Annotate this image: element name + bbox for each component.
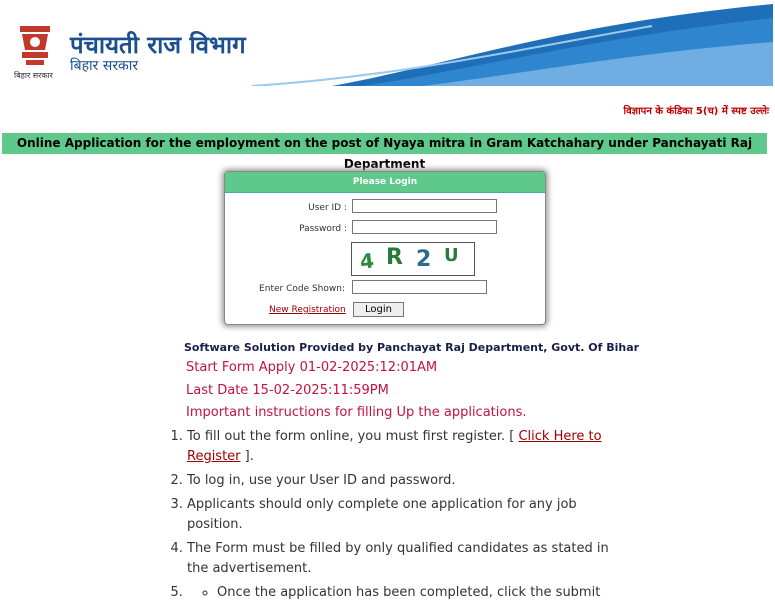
- software-credit: Software Solution Provided by Panchayat …: [184, 341, 640, 354]
- department-subtitle: बिहार सरकार: [70, 58, 139, 74]
- captcha-char: 4: [358, 248, 376, 274]
- page-banner: Online Application for the employment on…: [2, 133, 767, 171]
- captcha-char: U: [444, 245, 459, 266]
- enter-code-label: Enter Code Shown:: [259, 284, 345, 294]
- instruction-list: To fill out the form online, you must fi…: [168, 427, 617, 607]
- captcha-input[interactable]: [352, 280, 487, 294]
- user-id-input[interactable]: [352, 199, 497, 213]
- list-item: Once the application has been completed,…: [187, 583, 617, 603]
- site-header: पंचायती राज विभाग बिहार सरकार बिहार सरका…: [2, 4, 773, 86]
- list-item: To fill out the form online, you must fi…: [187, 427, 617, 467]
- login-button[interactable]: Login: [353, 302, 404, 317]
- list-item: Applicants should only complete one appl…: [187, 495, 617, 535]
- new-registration-link[interactable]: New Registration: [269, 305, 346, 315]
- password-input[interactable]: [352, 220, 497, 234]
- sub-list: Once the application has been completed,…: [187, 583, 617, 603]
- login-panel: Please Login User ID : Password : 4 R 2 …: [224, 171, 546, 325]
- important-heading: Important instructions for filling Up th…: [186, 405, 527, 420]
- list-item: The Form must be filled by only qualifie…: [187, 539, 617, 579]
- start-date-text: Start Form Apply 01-02-2025:12:01AM: [186, 360, 438, 375]
- bihar-emblem-icon: [14, 20, 56, 68]
- login-panel-title: Please Login: [225, 172, 545, 193]
- instruction-text: ].: [240, 449, 254, 464]
- emblem-caption: बिहार सरकार: [14, 71, 53, 80]
- scrolling-notice: विज्ञापन के कंडिका 5(च) में स्पष्ट उल्ले…: [623, 106, 769, 117]
- list-item: To log in, use your User ID and password…: [187, 471, 617, 491]
- user-id-label: User ID :: [308, 203, 347, 213]
- captcha-image: 4 R 2 U: [351, 242, 475, 276]
- captcha-char: 2: [416, 247, 432, 272]
- password-label: Password :: [299, 224, 347, 234]
- sub-list-item: Once the application has been completed,…: [217, 583, 617, 603]
- instruction-text: To fill out the form online, you must fi…: [187, 429, 519, 444]
- last-date-text: Last Date 15-02-2025:11:59PM: [186, 383, 389, 398]
- captcha-char: R: [386, 245, 403, 270]
